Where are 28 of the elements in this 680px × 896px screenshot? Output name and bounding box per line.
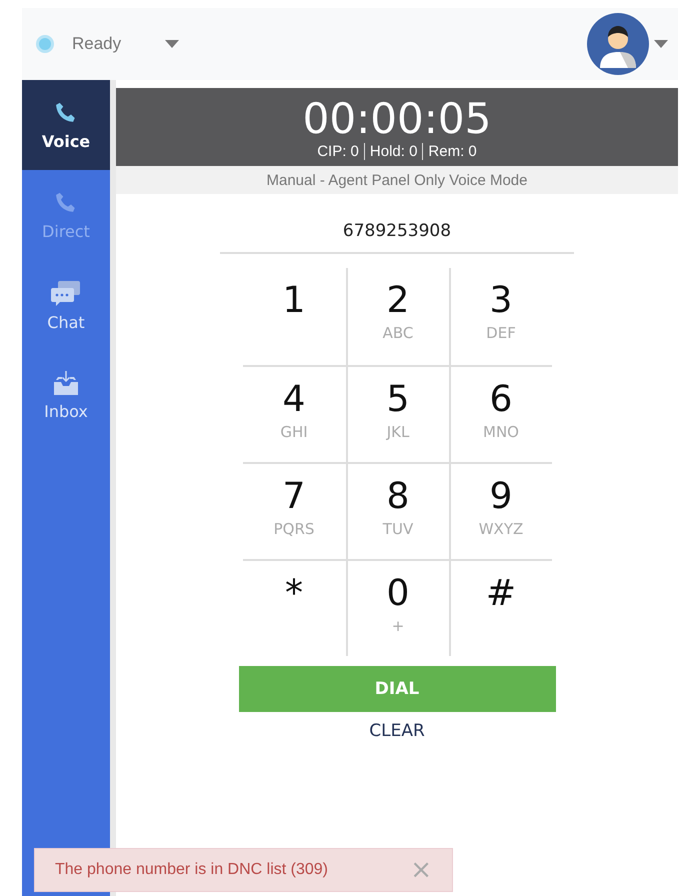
keypad-key[interactable]: 9 WXYZ	[448, 462, 552, 559]
clear-button[interactable]: CLEAR	[363, 720, 431, 742]
keypad-key[interactable]: #	[448, 559, 552, 656]
keypad-key[interactable]: 8 TUV	[346, 462, 448, 559]
call-counter: Rem: 0	[422, 142, 482, 160]
sidebar-item[interactable]: Voice	[22, 80, 110, 170]
chat-icon	[50, 278, 82, 308]
call-timer: 00:00:05	[302, 94, 492, 142]
call-counter: Hold: 0	[364, 142, 422, 160]
sidebar-item[interactable]: Chat	[22, 260, 110, 350]
keypad-key[interactable]: 1	[242, 268, 346, 365]
caret-icon[interactable]	[654, 40, 668, 48]
keypad-key[interactable]: *	[242, 559, 346, 656]
sidebar-item[interactable]: Inbox	[22, 350, 110, 440]
status-dropdown[interactable]: Ready	[36, 34, 180, 54]
keypad-key[interactable]: 2 ABC	[346, 268, 448, 365]
avatar-icon[interactable]	[586, 12, 650, 76]
mode-label: Manual - Agent Panel Only Voice Mode	[116, 166, 678, 194]
error-message: The phone number is in DNC list (309)	[55, 861, 330, 879]
keypad-key[interactable]: 7 PQRS	[242, 462, 346, 559]
keypad-key[interactable]: 3 DEF	[448, 268, 552, 365]
caret-icon	[165, 40, 180, 48]
phone-number-field[interactable]: 6789253908	[220, 210, 574, 254]
keypad-key[interactable]: 4 GHI	[242, 365, 346, 462]
keypad-key[interactable]: 5 JKL	[346, 365, 448, 462]
keypad-key[interactable]: 0 +	[346, 559, 448, 656]
keypad-key[interactable]: 6 MNO	[448, 365, 552, 462]
call-counter: CIP: 0	[316, 142, 360, 160]
